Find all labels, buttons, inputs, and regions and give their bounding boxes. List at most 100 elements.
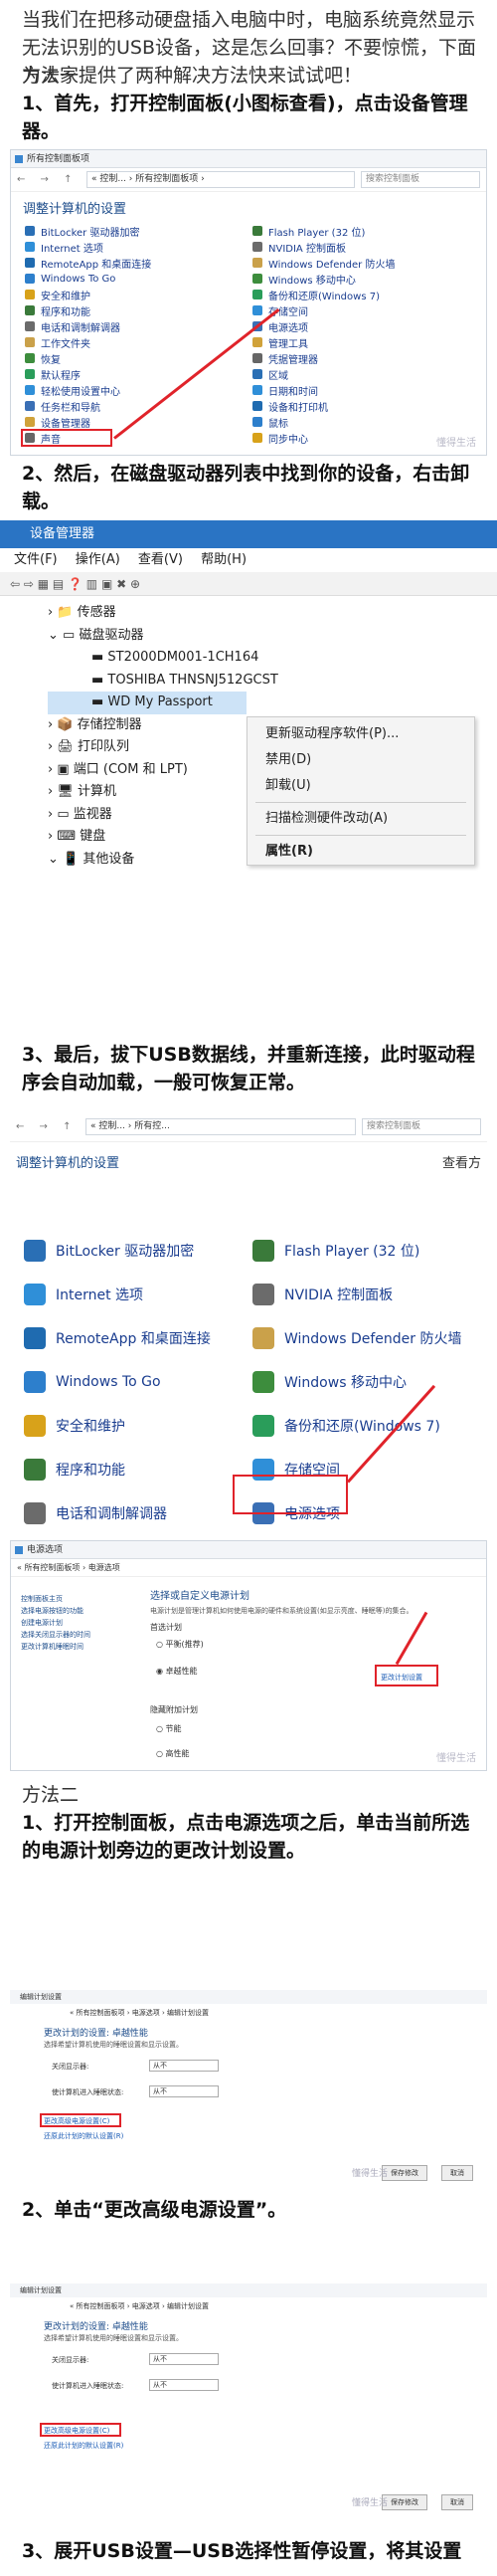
restore-defaults-link[interactable]: 还原此计划的默认设置(R) bbox=[44, 2131, 123, 2141]
step-three-text: 3、最后，拔下USB数据线，并重新连接，此时驱动程序会自动加载，一般可恢复正常。 bbox=[22, 1044, 475, 1093]
item-label: RemoteApp 和桌面连接 bbox=[41, 259, 152, 271]
breadcrumb[interactable]: « 所有控制面板项 › 电源选项 › 编辑计划设置 bbox=[70, 2008, 209, 2018]
intro-text: 当我们在把移动硬盘插入电脑中时，电脑系统竟然显示无法识别的USB设备，这是怎么回… bbox=[22, 9, 477, 87]
context-menu-item[interactable]: 卸载(U) bbox=[248, 773, 474, 799]
device-tree-node[interactable]: › 📁 传感器 bbox=[48, 602, 497, 625]
m2-step-three-text: 3、展开USB设置—USB选择性暂停设置，将其设置 bbox=[22, 2540, 462, 2562]
power-sidebar-link[interactable]: 控制面板主页 bbox=[21, 1593, 120, 1605]
sleep-select[interactable]: 从不 bbox=[149, 2379, 219, 2391]
nav-arrows-icon[interactable]: ← → ↑ bbox=[17, 174, 86, 185]
nav-arrows-icon[interactable]: ← → ↑ bbox=[16, 1121, 85, 1132]
power-sidebar-link[interactable]: 选择电源按钮的功能 bbox=[21, 1605, 120, 1617]
preferred-plans-label: 首选计划 bbox=[150, 1623, 182, 1632]
restore-defaults-link[interactable]: 还原此计划的默认设置(R) bbox=[44, 2441, 123, 2451]
item-label: BitLocker 驱动器加密 bbox=[41, 227, 140, 239]
cp2-item[interactable]: 电话和调制解调器 bbox=[24, 1491, 245, 1535]
save-button[interactable]: 保存修改 bbox=[382, 2165, 427, 2181]
watermark: 懂得生活 bbox=[351, 2169, 388, 2179]
breadcrumb[interactable]: « 所有控制面板项 › 电源选项 › 编辑计划设置 bbox=[70, 2301, 209, 2311]
cp2-item[interactable]: Windows 移动中心 bbox=[252, 1360, 473, 1404]
cp1-item[interactable]: 安全和维护 bbox=[25, 287, 245, 302]
plan-high[interactable]: ○ 高性能 bbox=[156, 1748, 448, 1759]
control-panel-item-icon bbox=[252, 369, 262, 379]
cp1-item[interactable]: 设备和打印机 bbox=[252, 398, 472, 414]
cp2-item[interactable]: Windows To Go bbox=[24, 1360, 245, 1404]
device-tree-node[interactable]: ▬ ST2000DM001-1CH164 bbox=[48, 647, 497, 670]
control-panel-item-icon bbox=[252, 401, 262, 411]
cp1-item[interactable]: 区域 bbox=[252, 366, 472, 382]
cp1-item[interactable]: Flash Player (32 位) bbox=[252, 223, 472, 239]
control-panel-item-icon bbox=[25, 274, 35, 284]
cp1-item[interactable]: 电源选项 bbox=[252, 318, 472, 334]
cp1-item[interactable]: 存储空间 bbox=[252, 302, 472, 318]
power-desc: 电源计划是管理计算机如何使用电源的硬件和系统设置(如显示亮度、睡眠等)的集合。 bbox=[150, 1607, 414, 1615]
cp1-item[interactable]: 程序和功能 bbox=[25, 302, 245, 318]
item-label: 鼠标 bbox=[268, 418, 288, 430]
control-panel-item-icon bbox=[24, 1240, 46, 1262]
cp1-item[interactable]: Windows Defender 防火墙 bbox=[252, 255, 472, 271]
device-tree-node[interactable]: ▬ TOSHIBA THNSNJ512GCST bbox=[48, 670, 497, 693]
breadcrumb[interactable]: « 控制... › 所有控... bbox=[85, 1118, 356, 1135]
context-menu-item[interactable]: 更新驱动程序软件(P)... bbox=[248, 721, 474, 747]
sleep-select[interactable]: 从不 bbox=[149, 2085, 219, 2097]
menu-separator bbox=[255, 835, 466, 836]
power-sidebar-link[interactable]: 创建电源计划 bbox=[21, 1617, 120, 1629]
cp1-item[interactable]: RemoteApp 和桌面连接 bbox=[25, 255, 245, 271]
control-panel-item-icon bbox=[252, 305, 262, 315]
item-label: NVIDIA 控制面板 bbox=[268, 243, 346, 255]
cp2-item[interactable]: RemoteApp 和桌面连接 bbox=[24, 1316, 245, 1360]
cp1-item[interactable]: 日期和时间 bbox=[252, 382, 472, 398]
cp1-item[interactable]: 工作文件夹 bbox=[25, 334, 245, 350]
control-panel-item-icon bbox=[252, 226, 262, 236]
cp1-item[interactable]: 电话和调制解调器 bbox=[25, 318, 245, 334]
item-label: 电话和调制解调器 bbox=[56, 1506, 167, 1522]
item-label: 凭据管理器 bbox=[268, 354, 318, 366]
plan-saver-label: 节能 bbox=[165, 1724, 182, 1733]
display-off-select[interactable]: 从不 bbox=[149, 2353, 219, 2365]
cp1-item[interactable]: 轻松使用设置中心 bbox=[25, 382, 245, 398]
cp2-item[interactable]: Flash Player (32 位) bbox=[252, 1229, 473, 1273]
cp1-item[interactable]: 鼠标 bbox=[252, 414, 472, 430]
cp1-item[interactable]: 凭据管理器 bbox=[252, 350, 472, 366]
cp2-item[interactable]: Windows Defender 防火墙 bbox=[252, 1316, 473, 1360]
control-panel-item-icon bbox=[25, 258, 35, 268]
cp2-item[interactable]: BitLocker 驱动器加密 bbox=[24, 1229, 245, 1273]
cp1-item[interactable]: 管理工具 bbox=[252, 334, 472, 350]
plan-saver[interactable]: ○ 节能 bbox=[156, 1723, 448, 1734]
control-panel-item-icon bbox=[25, 305, 35, 315]
device-tree-node[interactable]: ⌄ ▭ 磁盘驱动器 bbox=[48, 625, 497, 648]
context-menu-item[interactable]: 属性(R) bbox=[248, 839, 474, 865]
m2-step-two-text: 2、单击“更改高级电源设置”。 bbox=[22, 2199, 287, 2221]
cp2-item[interactable]: NVIDIA 控制面板 bbox=[252, 1273, 473, 1316]
save-button[interactable]: 保存修改 bbox=[382, 2494, 427, 2510]
cp2-item[interactable]: 备份和还原(Windows 7) bbox=[252, 1404, 473, 1448]
device-tree-node[interactable]: ▬ WD My Passport bbox=[48, 692, 247, 714]
cp1-item[interactable]: 备份和还原(Windows 7) bbox=[252, 287, 472, 302]
cp1-item[interactable]: Windows To Go bbox=[25, 271, 245, 287]
cp1-item[interactable]: Internet 选项 bbox=[25, 239, 245, 255]
cp1-item[interactable]: 默认程序 bbox=[25, 366, 245, 382]
power-sidebar-link[interactable]: 选择关闭显示器的时间 bbox=[21, 1629, 120, 1641]
context-menu-item[interactable]: 扫描检测硬件改动(A) bbox=[248, 806, 474, 832]
control-panel-item-icon bbox=[252, 337, 262, 347]
cp2-item[interactable]: 安全和维护 bbox=[24, 1404, 245, 1448]
search-input[interactable]: 搜索控制面板 bbox=[362, 1118, 481, 1135]
cp2-item[interactable]: 程序和功能 bbox=[24, 1448, 245, 1491]
toolbar[interactable]: ⇦ ⇨ ▦ ▤ ❓ ▥ ▣ ✖ ⊕ bbox=[0, 572, 497, 596]
cp1-item[interactable]: 任务栏和导航 bbox=[25, 398, 245, 414]
search-input[interactable]: 搜索控制面板 bbox=[361, 171, 480, 188]
menu-bar[interactable]: 文件(F) 操作(A) 查看(V) 帮助(H) bbox=[0, 548, 497, 572]
power-sidebar-link[interactable]: 更改计算机睡眠时间 bbox=[21, 1641, 120, 1653]
control-panel-item-icon bbox=[252, 385, 262, 395]
cp1-item[interactable]: NVIDIA 控制面板 bbox=[252, 239, 472, 255]
context-menu-item[interactable]: 禁用(D) bbox=[248, 747, 474, 773]
breadcrumb[interactable]: « 控制... › 所有控制面板项 › bbox=[86, 171, 355, 188]
highlight-change-plan bbox=[375, 1665, 438, 1686]
cp1-item[interactable]: BitLocker 驱动器加密 bbox=[25, 223, 245, 239]
cancel-button[interactable]: 取消 bbox=[441, 2494, 473, 2510]
breadcrumb[interactable]: « 所有控制面板项 › 电源选项 bbox=[17, 1562, 120, 1573]
cp1-item[interactable]: Windows 移动中心 bbox=[252, 271, 472, 287]
cp2-item[interactable]: Internet 选项 bbox=[24, 1273, 245, 1316]
display-off-select[interactable]: 从不 bbox=[149, 2060, 219, 2072]
cancel-button[interactable]: 取消 bbox=[441, 2165, 473, 2181]
